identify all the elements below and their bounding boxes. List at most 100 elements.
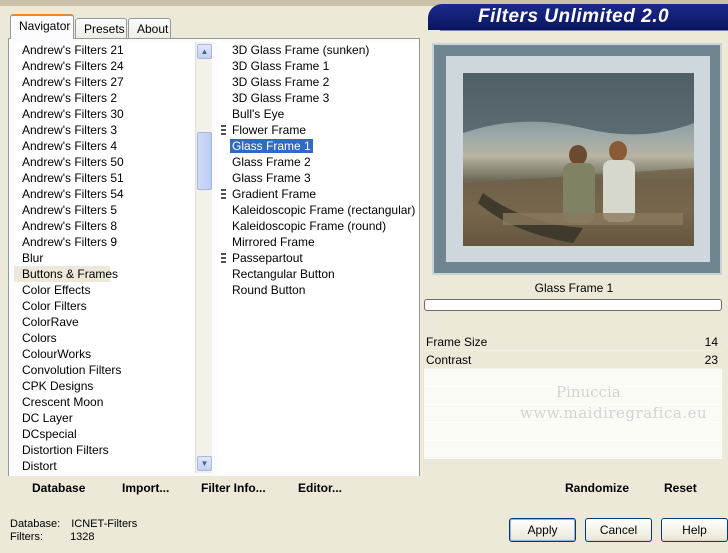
- filter-item-label: Glass Frame 2: [232, 155, 311, 169]
- category-item[interactable]: Distortion Filters: [14, 442, 194, 458]
- filters-info: Filters: 1328: [10, 531, 95, 543]
- category-item[interactable]: Andrew's Filters 8: [14, 218, 194, 234]
- filter-item[interactable]: Bull's Eye: [218, 106, 418, 122]
- param-label: Frame Size: [426, 335, 488, 349]
- param-frame-size[interactable]: Frame Size 14: [424, 333, 722, 351]
- param-value[interactable]: 14: [705, 333, 718, 351]
- filter-item-label: Gradient Frame: [232, 187, 317, 201]
- filter-item-label: Kaleidoscopic Frame (round): [232, 219, 387, 233]
- filter-item-label: Glass Frame 1: [230, 139, 313, 153]
- filter-item-label: Round Button: [232, 283, 306, 297]
- database-value: ICNET-Filters: [71, 518, 138, 530]
- filter-item[interactable]: Glass Frame 1: [218, 138, 418, 154]
- filter-info-button[interactable]: Filter Info...: [201, 481, 266, 495]
- category-item[interactable]: Andrew's Filters 30: [14, 106, 194, 122]
- filter-item[interactable]: Passepartout: [218, 250, 418, 266]
- category-item[interactable]: Andrew's Filters 24: [14, 58, 194, 74]
- progress-bar: [424, 299, 722, 311]
- database-button[interactable]: Database: [32, 481, 85, 495]
- category-item[interactable]: CPK Designs: [14, 378, 194, 394]
- category-list[interactable]: Andrew's Filters 21 Andrew's Filters 24 An…: [14, 42, 194, 474]
- reset-button[interactable]: Reset: [664, 481, 697, 495]
- category-item[interactable]: Andrew's Filters 50: [14, 154, 194, 170]
- apply-button[interactable]: Apply: [509, 518, 576, 542]
- filter-item[interactable]: Glass Frame 3: [218, 170, 418, 186]
- watermark-url: www.maidiregrafica.eu: [520, 404, 708, 422]
- category-item[interactable]: Andrew's Filters 54: [14, 186, 194, 202]
- category-item[interactable]: Andrew's Filters 51: [14, 170, 194, 186]
- filter-item-label: Kaleidoscopic Frame (rectangular): [232, 203, 416, 217]
- category-item[interactable]: Crescent Moon: [14, 394, 194, 410]
- import-button[interactable]: Import...: [122, 481, 169, 495]
- filter-item-label: Passepartout: [232, 251, 303, 265]
- database-info: Database: ICNET-Filters: [10, 518, 137, 530]
- category-scrollbar[interactable]: ▲ ▼: [195, 42, 212, 473]
- category-item[interactable]: Andrew's Filters 2: [14, 90, 194, 106]
- group-marker-icon: [221, 125, 226, 135]
- category-item[interactable]: ColorRave: [14, 314, 194, 330]
- filter-list[interactable]: 3D Glass Frame (sunken) 3D Glass Frame 1 3…: [218, 42, 418, 474]
- filter-item[interactable]: Kaleidoscopic Frame (round): [218, 218, 418, 234]
- category-item[interactable]: Andrew's Filters 27: [14, 74, 194, 90]
- filter-item[interactable]: 3D Glass Frame 2: [218, 74, 418, 90]
- randomize-button[interactable]: Randomize: [565, 481, 629, 495]
- param-empty-row: [424, 423, 722, 441]
- group-marker-icon: [221, 253, 226, 263]
- filter-item[interactable]: 3D Glass Frame (sunken): [218, 42, 418, 58]
- category-item[interactable]: Color Filters: [14, 298, 194, 314]
- filter-item[interactable]: Glass Frame 2: [218, 154, 418, 170]
- category-item[interactable]: Colors: [14, 330, 194, 346]
- filter-item[interactable]: Gradient Frame: [218, 186, 418, 202]
- filter-item-label: Flower Frame: [232, 123, 307, 137]
- category-item[interactable]: Color Effects: [14, 282, 194, 298]
- filter-item[interactable]: Round Button: [218, 282, 418, 298]
- scroll-down-icon[interactable]: ▼: [197, 456, 212, 471]
- tab-about[interactable]: About: [128, 18, 171, 38]
- database-label: Database:: [10, 518, 61, 530]
- filter-item[interactable]: Mirrored Frame: [218, 234, 418, 250]
- category-item[interactable]: Convolution Filters: [14, 362, 194, 378]
- tab-navigator[interactable]: Navigator: [10, 14, 74, 39]
- filter-item[interactable]: 3D Glass Frame 3: [218, 90, 418, 106]
- parameter-list[interactable]: Frame Size 14 Contrast 23: [424, 333, 722, 473]
- category-item[interactable]: Andrew's Filters 3: [14, 122, 194, 138]
- app-banner: Filters Unlimited 2.0: [428, 4, 728, 30]
- cancel-button[interactable]: Cancel: [585, 518, 652, 542]
- help-button[interactable]: Help: [661, 518, 728, 542]
- param-value[interactable]: 23: [705, 351, 718, 369]
- filter-item[interactable]: 3D Glass Frame 1: [218, 58, 418, 74]
- filter-item-label: Glass Frame 3: [232, 171, 311, 185]
- category-item[interactable]: Buttons & Frames: [14, 266, 118, 282]
- filter-item[interactable]: Kaleidoscopic Frame (rectangular): [218, 202, 418, 218]
- category-item[interactable]: Andrew's Filters 21: [14, 42, 194, 58]
- filter-item-label: Rectangular Button: [232, 267, 335, 281]
- scroll-thumb[interactable]: [197, 132, 212, 190]
- filters-count: 1328: [70, 531, 95, 543]
- filter-item-label: 3D Glass Frame (sunken): [232, 43, 370, 57]
- watermark-name: Pinuccia: [556, 383, 621, 401]
- preview-image: [463, 73, 694, 246]
- param-label: Contrast: [426, 353, 472, 367]
- group-marker-icon: [221, 189, 226, 199]
- category-item[interactable]: Andrew's Filters 4: [14, 138, 194, 154]
- param-contrast[interactable]: Contrast 23: [424, 351, 722, 369]
- filter-item-label: 3D Glass Frame 2: [232, 75, 330, 89]
- filter-item[interactable]: Flower Frame: [218, 122, 418, 138]
- category-item[interactable]: DC Layer: [14, 410, 194, 426]
- category-item[interactable]: Distort: [14, 458, 194, 474]
- filter-item[interactable]: Rectangular Button: [218, 266, 418, 282]
- category-item[interactable]: ColourWorks: [14, 346, 194, 362]
- tab-presets[interactable]: Presets: [75, 18, 127, 38]
- filter-item-label: 3D Glass Frame 1: [232, 59, 330, 73]
- filter-item-label: 3D Glass Frame 3: [232, 91, 330, 105]
- scroll-up-icon[interactable]: ▲: [197, 44, 212, 59]
- editor-button[interactable]: Editor...: [298, 481, 342, 495]
- preview-photo: [463, 73, 694, 246]
- filters-label: Filters:: [10, 531, 43, 543]
- category-item[interactable]: DCspecial: [14, 426, 194, 442]
- filter-name-label: Glass Frame 1: [424, 277, 724, 299]
- category-item[interactable]: Andrew's Filters 9: [14, 234, 194, 250]
- filter-item-label: Mirrored Frame: [232, 235, 315, 249]
- category-item[interactable]: Blur: [14, 250, 194, 266]
- category-item[interactable]: Andrew's Filters 5: [14, 202, 194, 218]
